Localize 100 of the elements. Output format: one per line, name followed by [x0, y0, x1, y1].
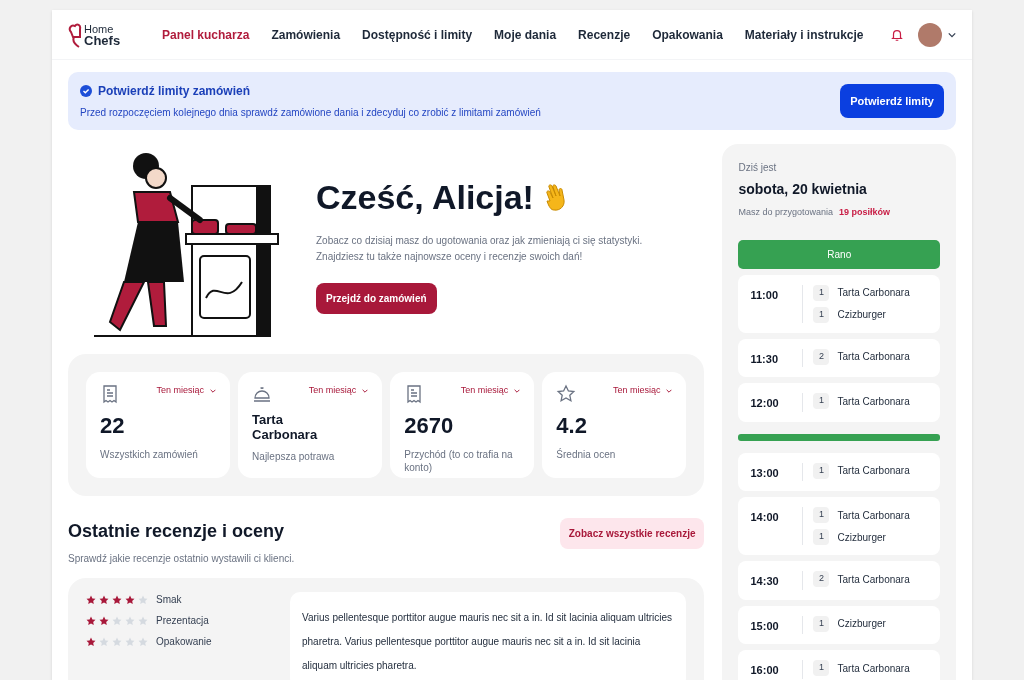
slot-time: 11:30: [750, 351, 779, 367]
rating-label: Opakowanie: [156, 635, 212, 649]
chevron-down-icon: [210, 388, 217, 393]
star-icon: [138, 594, 148, 605]
banner-text: Przed rozpoczęciem kolejnego dnia sprawdź zamówione dania i zdecyduj co zrobić z limitami zamówień: [80, 106, 542, 120]
chevron-down-icon: [514, 388, 521, 393]
rating-label: Prezentacja: [156, 614, 209, 628]
go-to-orders-button[interactable]: Przejdź do zamówień: [316, 283, 437, 314]
slot-time: 15:00: [750, 618, 780, 634]
stat-label: Wszystkich zamówień: [100, 448, 199, 461]
chevron-down-icon: [362, 388, 369, 393]
dish-name: Tarta Carbonara: [837, 350, 910, 364]
stat-value: Tarta Carbonara: [252, 412, 319, 442]
chevron-down-icon: [948, 31, 956, 38]
logo-text: Chefs: [84, 34, 121, 46]
today-date: sobota, 20 kwietnia: [738, 180, 868, 199]
order-slot-card[interactable]: 12:00 1 Tarta Carbonara: [738, 383, 940, 422]
confirm-limits-button[interactable]: Potwierdź limity: [840, 83, 944, 119]
quantity-badge: 1: [813, 284, 830, 301]
dish-name: Czizburger: [837, 617, 886, 631]
star-icon: [125, 636, 135, 647]
prep-count: 19 posiłków: [839, 206, 891, 219]
star-icon: [99, 594, 109, 605]
order-slot-card[interactable]: 11:30 2 Tarta Carbonara: [738, 338, 940, 377]
today-caption: Dziś jest: [738, 161, 778, 175]
star-icon: [125, 594, 135, 605]
time-of-day-header: Rano: [738, 239, 940, 269]
star-icon: [86, 636, 96, 647]
slot-time: 14:30: [750, 574, 780, 589]
order-slot-card[interactable]: 16:00 1 Tarta Carbonara: [738, 650, 940, 680]
dish-name: Czizburger: [837, 530, 886, 545]
order-slot-card[interactable]: 13:00 1 Tarta Carbonara: [738, 452, 940, 491]
chevron-down-icon: [666, 388, 673, 393]
stat-value: 2670: [404, 412, 455, 440]
quantity-badge: 1: [813, 393, 830, 409]
dish-name: Czizburger: [837, 308, 886, 322]
nav-link[interactable]: Zamówienia: [271, 25, 341, 44]
dish-name: Tarta Carbonara: [837, 572, 910, 587]
order-slot-card[interactable]: 15:00 1 Czizburger: [738, 605, 940, 644]
slot-time: 16:00: [750, 663, 780, 678]
star-icon: [86, 615, 96, 626]
prep-label: Masz do przygotowania: [738, 206, 834, 219]
nav-link[interactable]: Dostępność i limity: [362, 25, 473, 44]
stat-label: Przychód (to co trafia na konto): [404, 448, 514, 474]
bell-icon[interactable]: [890, 27, 904, 42]
cloche-icon: [252, 384, 273, 404]
slot-time: 11:00: [750, 287, 779, 303]
greeting-heading: Cześć, Alicja!: [316, 177, 534, 218]
reviews-heading: Ostatnie recenzje i oceny: [68, 520, 286, 543]
quantity-badge: 2: [813, 348, 830, 365]
nav-link[interactable]: Materiały i instrukcje: [744, 25, 864, 44]
slot-time: 12:00: [750, 396, 780, 411]
star-icon: [112, 636, 122, 647]
star-icon: [138, 636, 148, 647]
nav-link[interactable]: Moje dania: [494, 25, 557, 44]
dish-name: Tarta Carbonara: [837, 464, 910, 478]
quantity-badge: 1: [813, 529, 830, 545]
check-circle-icon: [80, 85, 92, 97]
dish-name: Tarta Carbonara: [837, 508, 910, 523]
logo[interactable]: Home Chefs: [68, 21, 148, 48]
quantity-badge: 1: [813, 507, 830, 523]
nav-link[interactable]: Recenzje: [578, 25, 631, 44]
star-icon: [86, 594, 96, 605]
star-icon: [112, 615, 122, 626]
see-all-reviews-button[interactable]: Zobacz wszystkie recenzje: [559, 518, 705, 549]
greeting-text: Zobacz co dzisiaj masz do ugotowania oraz jak zmieniają ci się statystyki. Znajdziesz tu także najnowsze oceny i recenzje swoich dań!: [316, 234, 644, 264]
star-icon: [556, 384, 577, 404]
banner-title: Potwierdź limity zamówień: [98, 83, 251, 100]
star-icon: [99, 615, 109, 626]
rating-label: Smak: [156, 593, 182, 607]
nav-link[interactable]: Opakowania: [652, 25, 723, 44]
order-slot-card[interactable]: 14:00 1 Tarta Carbonara 1 Czizburger: [738, 497, 940, 555]
logo-text: Home: [84, 23, 115, 35]
star-icon: [125, 615, 135, 626]
stat-label: Średnia ocen: [556, 448, 617, 461]
star-icon: [99, 636, 109, 647]
quantity-badge: 1: [813, 660, 830, 676]
order-slot-card[interactable]: 14:30 2 Tarta Carbonara: [738, 561, 940, 600]
stat-value: 22: [100, 412, 126, 440]
stat-value: 4.2: [556, 412, 588, 440]
chef-hat-logo-icon: [68, 21, 82, 48]
star-icon: [138, 615, 148, 626]
period-dropdown[interactable]: Ten miesiąc: [460, 384, 521, 398]
quantity-badge: 1: [813, 306, 830, 323]
star-icon: [112, 594, 122, 605]
period-dropdown[interactable]: Ten miesiąc: [156, 384, 217, 398]
slot-time: 13:00: [750, 465, 780, 481]
quantity-badge: 2: [813, 571, 830, 587]
order-slot-card[interactable]: 11:00 1 Tarta Carbonara 1 Czizburger: [738, 274, 940, 333]
period-dropdown[interactable]: Ten miesiąc: [308, 384, 369, 398]
avatar[interactable]: [918, 22, 942, 47]
stat-label: Najlepsza potrawa: [252, 450, 336, 463]
dish-name: Tarta Carbonara: [837, 394, 910, 409]
dish-name: Tarta Carbonara: [837, 661, 910, 676]
quantity-badge: 1: [813, 615, 830, 632]
dish-name: Tarta Carbonara: [837, 286, 910, 300]
nav-link[interactable]: Panel kucharza: [162, 25, 250, 44]
period-dropdown[interactable]: Ten miesiąc: [612, 384, 673, 398]
review-text: Varius pellentesque porttitor augue mauris nec sit a in. Id sit lacinia aliquam ultricies pharetra. Varius pellentesque porttitor augue mauris nec sit a in. Id sit lacinia aliquam ultricies pharetra.: [302, 612, 672, 671]
quantity-badge: 1: [813, 462, 830, 479]
